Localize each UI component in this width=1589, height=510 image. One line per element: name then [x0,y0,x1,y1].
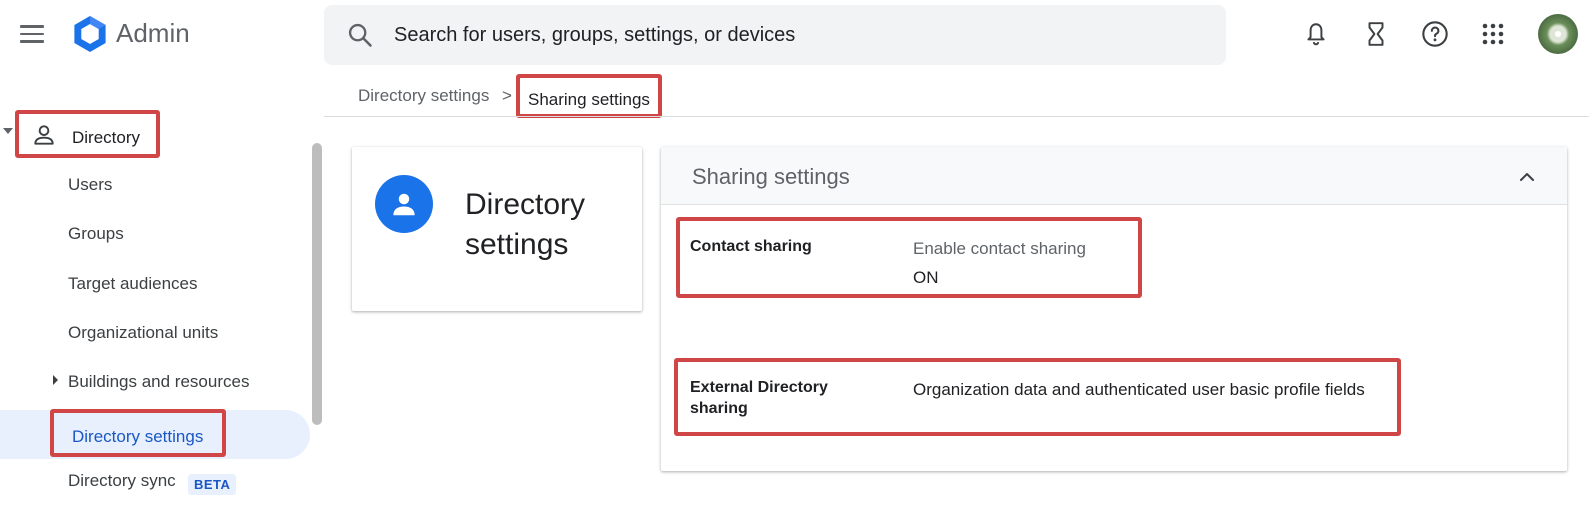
card-title: Directory settings [465,188,586,261]
search-icon [348,23,372,47]
sidebar-section-directory[interactable]: Directory [15,110,160,158]
person-icon [393,193,415,216]
sidebar-scrollbar[interactable] [312,143,322,425]
panel-header[interactable]: Sharing settings [661,147,1567,205]
hourglass-icon [1368,22,1384,46]
person-icon [34,125,54,145]
sidebar-section-label: Directory [72,128,141,147]
breadcrumb-current: Sharing settings [516,74,662,118]
chevron-up-icon[interactable] [1515,165,1539,189]
account-avatar[interactable] [1538,14,1578,54]
collapse-caret-icon[interactable] [3,128,13,134]
apps-grid-icon [1482,23,1504,45]
directory-avatar-icon [375,175,433,233]
tasks-button[interactable] [1360,18,1392,50]
setting-value: ON [913,268,939,287]
sidebar-item-organizational-units[interactable]: Organizational units [68,323,218,343]
search-input[interactable] [394,23,1194,47]
admin-logo-icon[interactable] [70,14,110,54]
apps-button[interactable] [1477,18,1509,50]
main-menu-button[interactable] [20,20,52,48]
help-button[interactable] [1419,18,1451,50]
menu-icon-line [20,32,44,36]
sidebar-item-target-audiences[interactable]: Target audiences [68,274,197,294]
directory-settings-card: Directory settings [352,147,642,311]
sidebar-item-users[interactable]: Users [68,175,112,195]
breadcrumb-separator: > [502,86,512,105]
contact-sharing-row[interactable]: Contact sharing Enable contact sharing O… [676,217,1142,298]
header-divider [324,116,1589,117]
setting-value: Organization data and authenticated user… [913,380,1365,399]
beta-badge: BETA [188,474,237,495]
app-title[interactable]: Admin [116,18,190,49]
help-icon [1422,21,1448,47]
expand-triangle-icon[interactable] [53,375,58,385]
menu-icon-line [20,40,44,43]
bell-icon [1307,23,1325,46]
setting-label: Contact sharing [690,238,812,255]
external-directory-sharing-row[interactable]: External Directory sharing Organization … [674,358,1401,436]
sidebar-item-directory-sync[interactable]: Directory sync [68,471,176,491]
setting-sublabel: Enable contact sharing [913,239,1086,258]
sidebar-item-label: Directory settings [72,427,204,446]
breadcrumb-current-label: Sharing settings [528,90,650,109]
sidebar-item-groups[interactable]: Groups [68,224,124,244]
breadcrumb-parent-link[interactable]: Directory settings [358,86,489,106]
search-bar[interactable] [324,5,1226,65]
menu-icon-line [20,25,44,28]
sidebar-item-buildings-and-resources[interactable]: Buildings and resources [68,372,249,392]
setting-label: External Directory sharing [690,379,828,417]
panel-title: Sharing settings [692,164,850,189]
sharing-settings-panel: Sharing settings Contact sharing Enable … [661,147,1567,471]
sidebar-item-directory-settings[interactable]: Directory settings [50,409,226,457]
notifications-button[interactable] [1300,18,1332,50]
